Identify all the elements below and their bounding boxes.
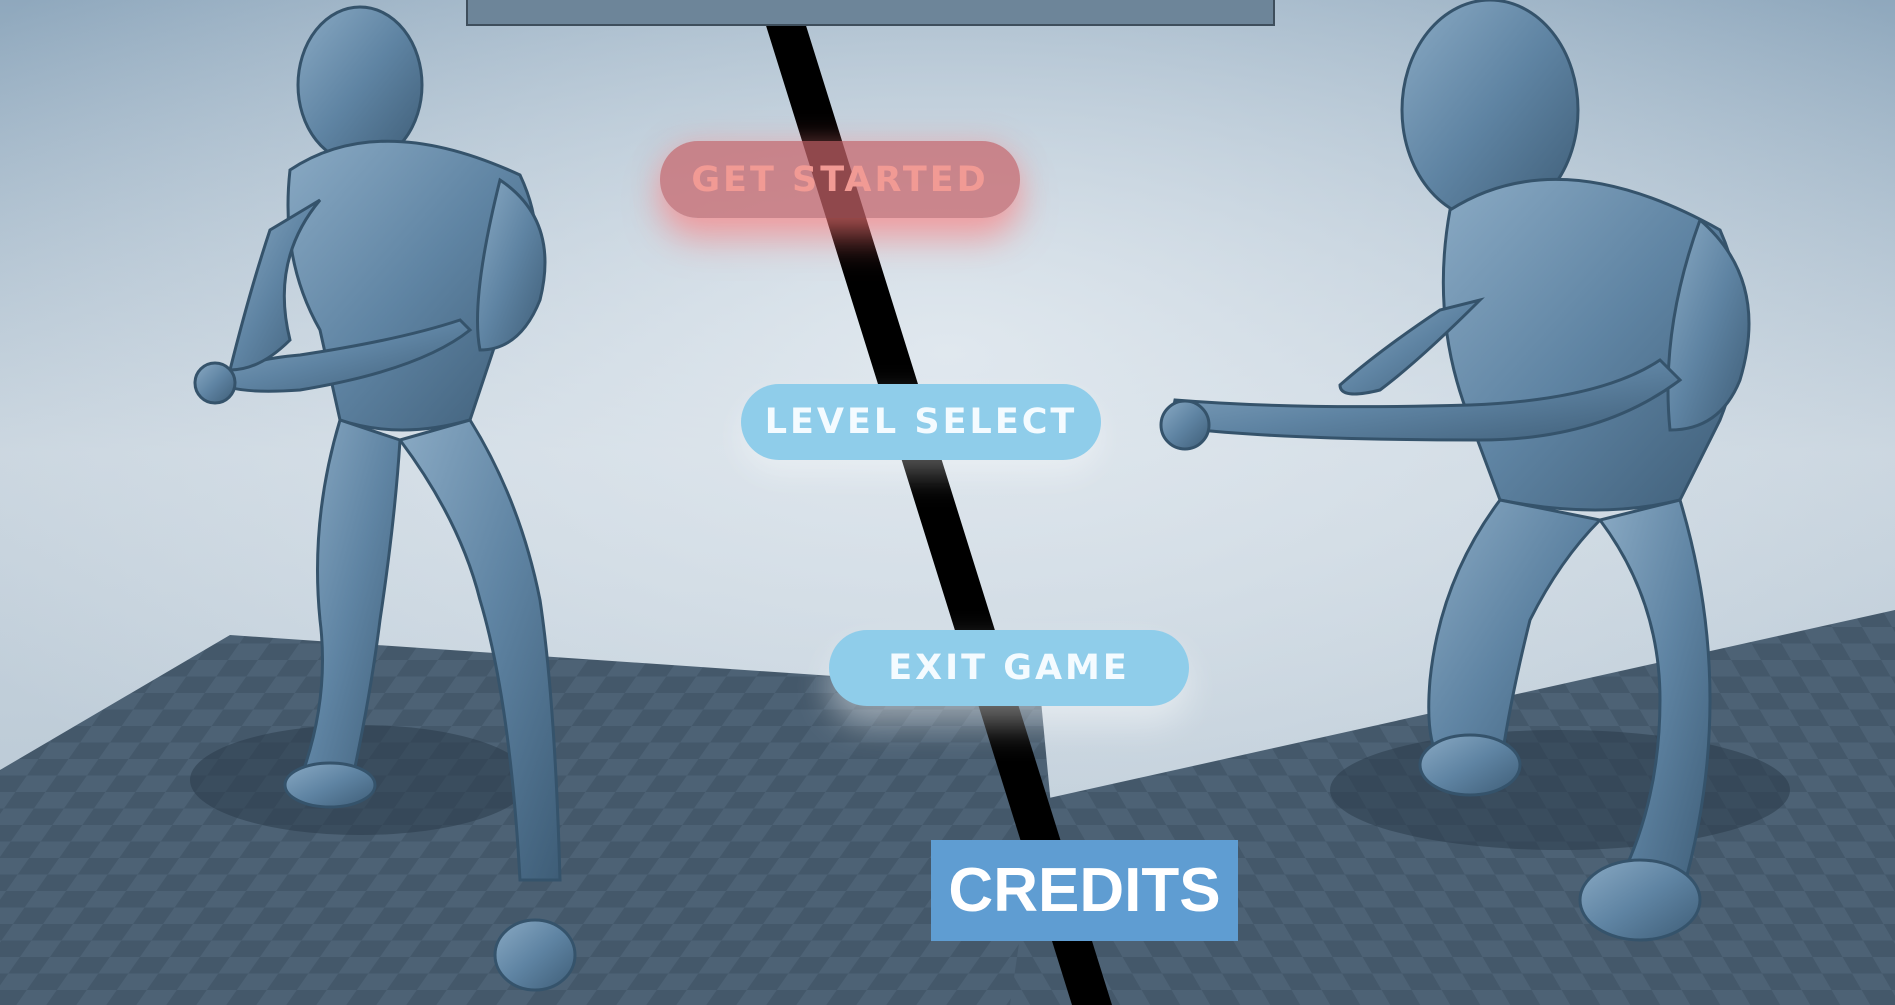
- get-started-button[interactable]: GET STARTED: [660, 141, 1020, 218]
- exit-game-button[interactable]: EXIT GAME: [829, 630, 1189, 706]
- main-menu-scene: GET STARTED LEVEL SELECT EXIT GAME CREDI…: [0, 0, 1895, 1005]
- top-panel: [466, 0, 1275, 26]
- credits-button[interactable]: CREDITS: [931, 840, 1238, 941]
- level-select-button[interactable]: LEVEL SELECT: [741, 384, 1101, 460]
